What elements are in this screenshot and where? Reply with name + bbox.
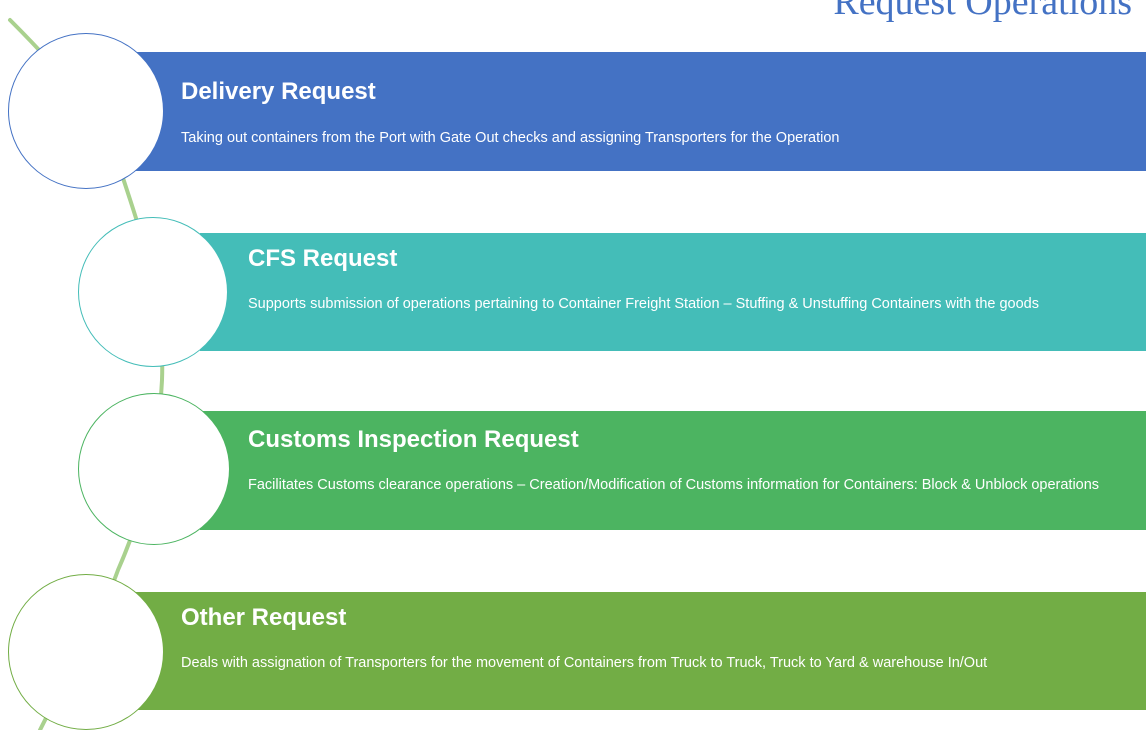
- band-cfs-request: CFS Request Supports submission of opera…: [200, 233, 1146, 351]
- band-title: Delivery Request: [181, 78, 376, 105]
- band-description: Taking out containers from the Port with…: [181, 130, 840, 146]
- band-title: Other Request: [181, 604, 347, 631]
- band-customs-inspection-request: Customs Inspection Request Facilitates C…: [200, 411, 1146, 530]
- request-operations-diagram: Request Operations Delivery Request Taki…: [0, 0, 1146, 730]
- band-delivery-request: Delivery Request Taking out containers f…: [133, 52, 1146, 171]
- band-title: Customs Inspection Request: [248, 426, 579, 453]
- band-description: Supports submission of operations pertai…: [248, 296, 1039, 312]
- band-description: Facilitates Customs clearance operations…: [248, 477, 1100, 493]
- circle-marker: [8, 33, 164, 189]
- circle-marker: [8, 574, 164, 730]
- circle-marker: [78, 393, 230, 545]
- circle-marker: [78, 217, 228, 367]
- band-other-request: Other Request Deals with assignation of …: [133, 592, 1146, 710]
- band-description: Deals with assignation of Transporters f…: [181, 655, 988, 671]
- band-title: CFS Request: [248, 245, 398, 272]
